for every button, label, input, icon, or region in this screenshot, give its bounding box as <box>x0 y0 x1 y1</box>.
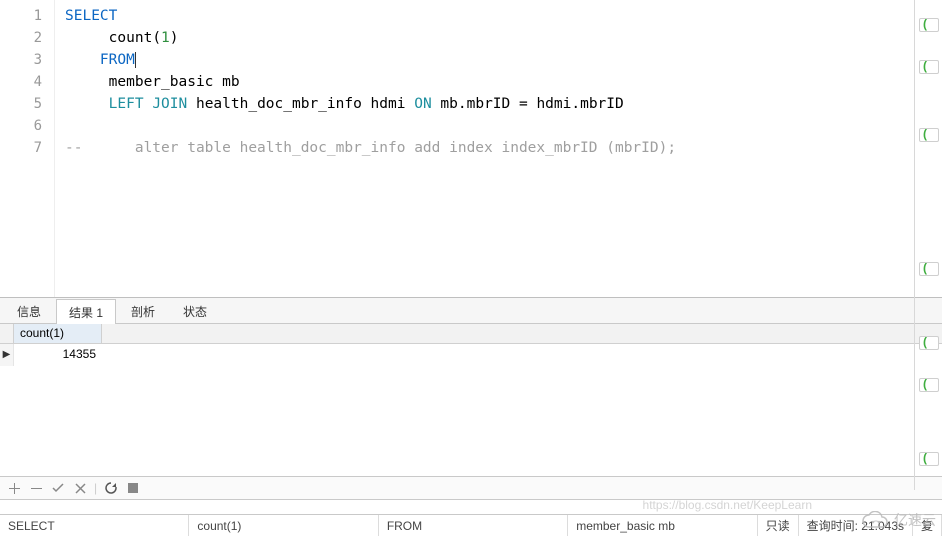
table-row[interactable]: ▶ 14355 <box>0 344 942 366</box>
code-line[interactable]: member_basic mb <box>65 71 936 93</box>
line-number: 4 <box>0 71 42 93</box>
stop-icon <box>128 483 138 493</box>
delete-row-button[interactable] <box>28 480 44 496</box>
code-token: LEFT <box>109 96 144 112</box>
status-extra: 复 <box>913 515 942 536</box>
minus-icon <box>31 483 42 494</box>
paren-marker-icon <box>919 18 939 32</box>
result-body[interactable]: ▶ 14355 <box>0 344 942 464</box>
apply-button[interactable] <box>50 480 66 496</box>
result-header: count(1) <box>0 324 942 344</box>
row-marker-header <box>0 324 14 343</box>
code-line[interactable]: FROM <box>65 49 936 71</box>
right-strip <box>914 0 942 490</box>
code-token: FROM <box>100 52 135 68</box>
status-query-time: 查询时间: 21.043s <box>799 515 913 536</box>
cancel-button[interactable] <box>72 480 88 496</box>
code-token: mb.mbrID = hdmi.mbrID <box>432 96 624 112</box>
line-number: 1 <box>0 5 42 27</box>
paren-marker-icon <box>919 452 939 466</box>
code-token <box>65 96 109 112</box>
paren-marker-icon <box>919 378 939 392</box>
code-token: health_doc_mbr_info hdmi <box>187 96 414 112</box>
status-table: member_basic mb <box>568 515 757 536</box>
tab-profile[interactable]: 剖析 <box>118 298 168 323</box>
line-number: 6 <box>0 115 42 137</box>
add-row-button[interactable] <box>6 480 22 496</box>
line-number: 7 <box>0 137 42 159</box>
code-token: ( <box>152 30 161 46</box>
paren-marker-icon <box>919 336 939 350</box>
code-token: SELECT <box>65 8 117 24</box>
code-line[interactable] <box>65 115 936 137</box>
status-select: SELECT <box>0 515 189 536</box>
check-icon <box>52 482 64 494</box>
x-icon <box>75 483 86 494</box>
code-token: 1 <box>161 30 170 46</box>
column-header[interactable]: count(1) <box>14 324 102 343</box>
tab-info[interactable]: 信息 <box>4 298 54 323</box>
code-token: JOIN <box>152 96 187 112</box>
line-number: 5 <box>0 93 42 115</box>
code-token <box>65 52 100 68</box>
code-line[interactable]: SELECT <box>65 5 936 27</box>
code-line[interactable]: LEFT JOIN health_doc_mbr_info hdmi ON mb… <box>65 93 936 115</box>
code-line[interactable]: -- alter table health_doc_mbr_info add i… <box>65 137 936 159</box>
separator: | <box>94 481 97 495</box>
code-token: ON <box>414 96 431 112</box>
code-token: ) <box>170 30 179 46</box>
paren-marker-icon <box>919 128 939 142</box>
line-gutter: 1 2 3 4 5 6 7 <box>0 0 55 297</box>
text-cursor <box>135 52 136 68</box>
line-number: 3 <box>0 49 42 71</box>
code-token: -- alter table health_doc_mbr_info add i… <box>65 140 676 156</box>
status-from: FROM <box>379 515 568 536</box>
tab-result-1[interactable]: 结果 1 <box>56 299 116 324</box>
result-tabs: 信息 结果 1 剖析 状态 <box>0 298 942 324</box>
grid-toolbar: | <box>0 476 942 500</box>
refresh-button[interactable] <box>103 480 119 496</box>
paren-marker-icon <box>919 262 939 276</box>
line-number: 2 <box>0 27 42 49</box>
current-row-marker: ▶ <box>0 344 14 366</box>
sql-editor[interactable]: 1 2 3 4 5 6 7 SELECT count(1) FROM membe… <box>0 0 942 298</box>
code-token: member_basic mb <box>65 74 240 90</box>
code-area[interactable]: SELECT count(1) FROM member_basic mb LEF… <box>55 0 942 297</box>
cell-value[interactable]: 14355 <box>14 344 102 366</box>
stop-button[interactable] <box>125 480 141 496</box>
plus-icon <box>9 483 20 494</box>
code-token: count <box>65 30 152 46</box>
code-token <box>144 96 153 112</box>
code-line[interactable]: count(1) <box>65 27 936 49</box>
status-count: count(1) <box>189 515 378 536</box>
paren-marker-icon <box>919 60 939 74</box>
background-url-watermark: https://blog.csdn.net/KeepLearn <box>643 498 812 512</box>
tab-status[interactable]: 状态 <box>170 298 220 323</box>
status-readonly: 只读 <box>758 515 799 536</box>
status-bar: SELECT count(1) FROM member_basic mb 只读 … <box>0 514 942 536</box>
refresh-icon <box>105 482 117 494</box>
